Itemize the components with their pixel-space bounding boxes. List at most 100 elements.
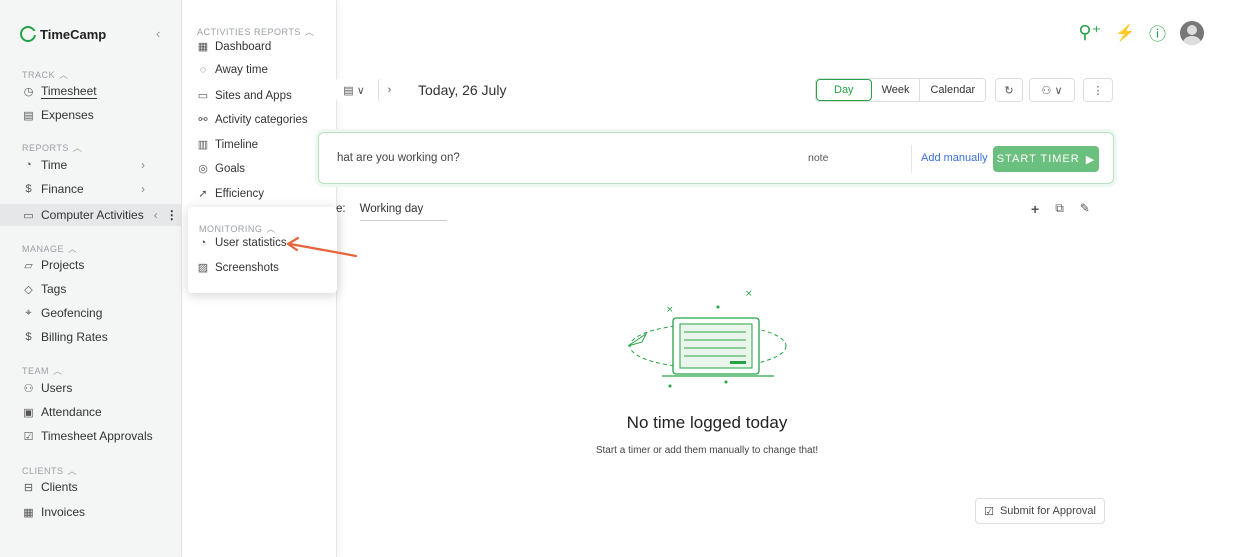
folder-icon: ▱ bbox=[24, 259, 33, 272]
chevron-down-icon: ∨ bbox=[356, 84, 365, 97]
laptop-illustration-icon: × × bbox=[627, 289, 787, 388]
submenu-item-goals[interactable]: ◎ Goals bbox=[197, 162, 245, 176]
start-timer-label: START TIMER bbox=[996, 153, 1080, 165]
submenu-item-sites-and-apps[interactable]: ▭ Sites and Apps bbox=[197, 89, 292, 103]
start-timer-button[interactable]: START TIMER ▶ bbox=[993, 146, 1099, 172]
add-icon[interactable]: + bbox=[1031, 201, 1039, 217]
next-day-button[interactable]: › bbox=[378, 78, 400, 102]
entry-actions: + ⧉ ✎ bbox=[1031, 201, 1090, 217]
invoice-icon: ▦ bbox=[23, 506, 34, 519]
calendar-dropdown[interactable]: ▤ ∨ bbox=[336, 78, 372, 102]
calendar-icon: ▤ bbox=[343, 84, 354, 97]
timeline-icon: ▥ bbox=[197, 139, 209, 151]
sidebar-item-computer-activities[interactable]: ▭ Computer Activities ‹ ⋮ bbox=[22, 208, 178, 222]
dollar-icon: $ bbox=[25, 331, 32, 343]
plug-icon[interactable]: ⚡ bbox=[1115, 23, 1135, 43]
task-input[interactable]: hat are you working on? bbox=[337, 152, 460, 164]
sidebar-item-finance[interactable]: $ Finance bbox=[22, 182, 83, 196]
chevron-down-icon: ∨ bbox=[1054, 84, 1063, 97]
sidebar-item-projects[interactable]: ▱ Projects bbox=[22, 258, 84, 272]
chevron-right-icon: › bbox=[141, 182, 145, 196]
collapse-sidebar-icon[interactable]: ‹ bbox=[156, 26, 160, 41]
briefcase-icon: ⊟ bbox=[23, 481, 34, 494]
note-field[interactable]: note bbox=[808, 152, 828, 164]
day-type-select[interactable]: Working day bbox=[359, 203, 448, 221]
tab-week[interactable]: Week bbox=[872, 79, 921, 101]
sidebar-item-tags[interactable]: ◇ Tags bbox=[22, 282, 66, 296]
popup-item-user-statistics[interactable]: ◔ User statistics bbox=[197, 237, 287, 249]
pie-icon: ◔ bbox=[25, 159, 32, 171]
add-user-icon[interactable]: ⚲⁺ bbox=[1078, 22, 1101, 43]
section-manage[interactable]: MANAGE ︿ bbox=[22, 242, 78, 255]
submit-label: Submit for Approval bbox=[999, 505, 1096, 517]
view-tabs: Day Week Calendar bbox=[815, 78, 987, 102]
help-icon[interactable]: ⓘ bbox=[1149, 20, 1166, 45]
laptop-icon: ▭ bbox=[197, 90, 209, 102]
popup-item-screenshots[interactable]: ▨ Screenshots bbox=[197, 261, 279, 275]
more-vertical-icon: ⋮ bbox=[1092, 84, 1104, 97]
rocket-icon: ➚ bbox=[198, 188, 208, 200]
sidebar-item-invoices[interactable]: ▦ Invoices bbox=[22, 505, 85, 519]
sidebar-item-timesheet[interactable]: ◷ Timesheet bbox=[22, 84, 97, 99]
section-track[interactable]: TRACK ︿ bbox=[22, 68, 69, 81]
sidebar: TimeCamp ‹ TRACK ︿ ◷ Timesheet ▤ Expenses R… bbox=[0, 0, 182, 557]
sidebar-item-clients[interactable]: ⊟ Clients bbox=[22, 480, 78, 494]
avatar[interactable] bbox=[1180, 20, 1204, 45]
top-actions: ⚲⁺ ⚡ ⓘ bbox=[1078, 20, 1204, 45]
sidebar-item-geofencing[interactable]: ⌖ Geofencing bbox=[22, 306, 102, 320]
svg-text:×: × bbox=[666, 305, 674, 315]
more-vertical-icon[interactable]: ⋮ bbox=[166, 208, 178, 222]
refresh-icon: ↻ bbox=[1004, 84, 1014, 97]
user-select-button[interactable]: ⚇ ∨ bbox=[1029, 78, 1075, 102]
sidebar-item-users[interactable]: ⚇ Users bbox=[22, 381, 73, 395]
section-team[interactable]: TEAM ︿ bbox=[22, 364, 63, 377]
current-date: Today, 26 July bbox=[418, 82, 507, 98]
image-icon: ▨ bbox=[197, 262, 209, 274]
section-activities-reports[interactable]: ACTIVITIES REPORTS ︿ bbox=[197, 25, 314, 38]
add-manually-link[interactable]: Add manually bbox=[921, 152, 988, 164]
away-icon: ◌ bbox=[199, 64, 207, 76]
user-icon: ⚇ bbox=[1041, 84, 1052, 97]
submenu-item-activity-categories[interactable]: ⚯ Activity categories bbox=[197, 113, 307, 127]
empty-state-subtitle: Start a timer or add them manually to ch… bbox=[595, 445, 819, 456]
dollar-icon: $ bbox=[25, 183, 32, 195]
section-monitoring[interactable]: MONITORING ︿ bbox=[199, 222, 276, 235]
logo[interactable]: TimeCamp bbox=[20, 26, 106, 42]
submenu-item-away-time[interactable]: ◌ Away time bbox=[197, 64, 268, 76]
submenu-item-dashboard[interactable]: ▦ Dashboard bbox=[197, 40, 271, 54]
empty-state-title: No time logged today bbox=[626, 413, 788, 432]
submenu-item-timeline[interactable]: ▥ Timeline bbox=[197, 138, 258, 152]
chevron-right-icon: › bbox=[141, 158, 145, 172]
clock-icon: ◷ bbox=[23, 86, 34, 98]
day-type-label: e: bbox=[336, 203, 346, 215]
sidebar-item-expenses[interactable]: ▤ Expenses bbox=[22, 108, 93, 122]
pie-icon: ◔ bbox=[199, 237, 207, 249]
laptop-icon: ▭ bbox=[23, 209, 34, 222]
more-options-button[interactable]: ⋮ bbox=[1083, 78, 1113, 102]
sidebar-item-billing-rates[interactable]: $ Billing Rates bbox=[22, 330, 107, 344]
edit-icon[interactable]: ✎ bbox=[1080, 201, 1090, 217]
section-reports[interactable]: REPORTS ︿ bbox=[22, 141, 82, 154]
submenu-item-efficiency[interactable]: ➚ Efficiency bbox=[197, 187, 264, 201]
chevron-left-icon: ‹ bbox=[153, 208, 158, 222]
date-navigation: ▤ ∨ › Today, 26 July bbox=[336, 78, 506, 102]
annotation-arrow bbox=[286, 236, 358, 258]
sidebar-item-time[interactable]: ◔ Time bbox=[22, 158, 67, 172]
target-icon: ◎ bbox=[198, 163, 208, 175]
tab-calendar[interactable]: Calendar bbox=[920, 79, 985, 101]
play-icon: ▶ bbox=[1085, 153, 1096, 166]
calendar-check-icon: ☑ bbox=[984, 505, 994, 518]
timecamp-logo-icon bbox=[20, 26, 37, 42]
day-type-row: e: Working day bbox=[336, 203, 448, 221]
brand-name: TimeCamp bbox=[40, 26, 107, 42]
section-clients[interactable]: CLIENTS ︿ bbox=[22, 464, 77, 477]
tag-icon: ◇ bbox=[24, 283, 33, 296]
map-icon: ⌖ bbox=[25, 306, 32, 319]
sync-button[interactable]: ↻ bbox=[995, 78, 1023, 102]
tab-day[interactable]: Day bbox=[816, 79, 872, 101]
receipt-icon: ▤ bbox=[23, 109, 34, 122]
copy-icon[interactable]: ⧉ bbox=[1055, 201, 1064, 217]
submit-for-approval-button[interactable]: ☑ Submit for Approval bbox=[975, 498, 1105, 524]
svg-text:×: × bbox=[745, 289, 753, 299]
divider bbox=[911, 145, 912, 173]
